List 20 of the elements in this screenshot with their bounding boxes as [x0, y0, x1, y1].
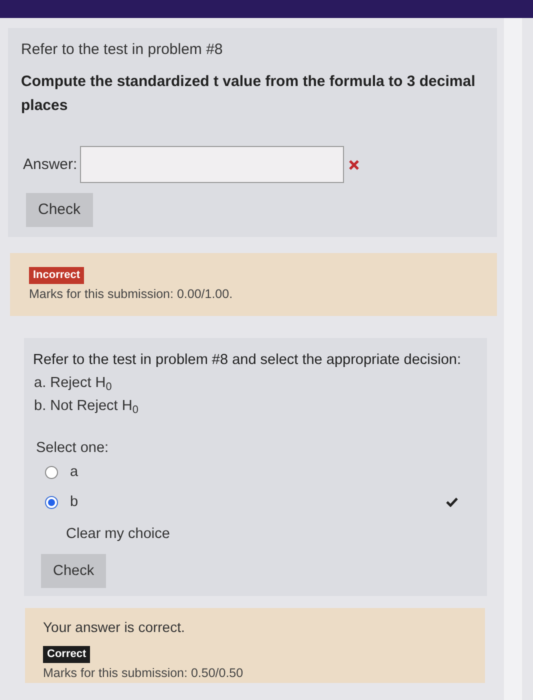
- option-text: b. Not Reject H$_{0}$: [34, 397, 140, 416]
- marks-text: Marks for this submission: 0.00/1.00.: [29, 286, 234, 302]
- question-intro: Refer to the test in problem #8: [21, 40, 224, 60]
- answer-label: Answer:: [23, 154, 78, 174]
- marks-text: Marks for this submission: 0.50/0.50: [43, 665, 244, 681]
- answer-field[interactable]: [80, 146, 344, 183]
- question-text: Refer to the test in problem #8 and select the appropriate decision:: [33, 351, 462, 370]
- status-badge: Incorrect: [29, 267, 84, 284]
- choice-label: b: [70, 493, 78, 512]
- check-button[interactable]: Check: [26, 193, 93, 227]
- clear-choice-link[interactable]: Clear my choice: [66, 524, 170, 544]
- choice-label: a: [70, 463, 78, 482]
- select-label: Select one:: [36, 439, 110, 458]
- radio-button[interactable]: [45, 466, 58, 478]
- feedback-message: Your answer is correct.: [43, 618, 186, 636]
- question-text: Compute the standardized t value from the formula to 3 decimal places: [21, 72, 476, 116]
- status-badge: Correct: [43, 646, 90, 663]
- option-text: a. Reject H$_{0}$: [34, 374, 113, 393]
- check-button[interactable]: Check: [41, 554, 106, 588]
- radio-button[interactable]: [45, 496, 58, 508]
